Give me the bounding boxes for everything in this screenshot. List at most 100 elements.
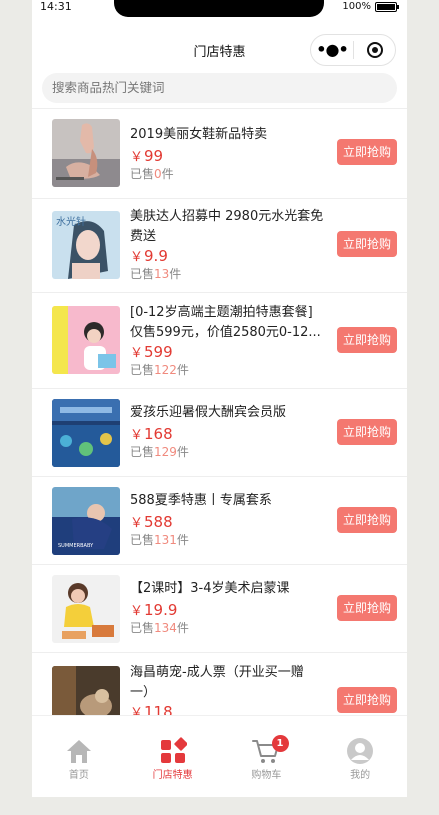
price-value: 588: [144, 513, 173, 531]
buy-now-button[interactable]: 立即抢购: [337, 507, 397, 533]
sold-count: 已售129件: [130, 444, 189, 460]
product-title-line: 费送: [130, 229, 157, 244]
buy-now-button[interactable]: 立即抢购: [337, 419, 397, 445]
product-image: [52, 399, 120, 467]
sold-prefix: 已售: [130, 533, 155, 547]
battery-percent: 100%: [342, 1, 371, 12]
bottom-tab-bar: 首页 门店特惠 1 购物车 我的: [32, 715, 407, 797]
status-bar: 14:31 100%: [32, 0, 407, 17]
list-item[interactable]: 【2课时】3-4岁美术启蒙课 ￥19.9 已售134件 立即抢购: [32, 565, 407, 653]
sold-number: 122: [154, 363, 177, 377]
product-title: 【2课时】3-4岁美术启蒙课: [130, 579, 332, 599]
currency-symbol: ￥: [130, 250, 144, 265]
sold-count: 已售131件: [130, 532, 189, 548]
buy-now-button[interactable]: 立即抢购: [337, 231, 397, 257]
product-title: 海昌萌宠-成人票（开业买一赠 一）: [130, 663, 332, 703]
list-item[interactable]: 水光针 美肤达人招募中 2980元水光套免 费送 ￥9.9 已售13件 立即抢购: [32, 199, 407, 293]
sold-number: 131: [154, 533, 177, 547]
product-price: ￥9.9: [130, 247, 168, 267]
sold-number: 129: [154, 445, 177, 459]
sold-suffix: 件: [176, 533, 189, 547]
price-value: 9.9: [144, 247, 168, 265]
product-title: 588夏季特惠丨专属套系: [130, 491, 332, 511]
sold-count: 已售134件: [130, 620, 189, 636]
sold-suffix: 件: [169, 267, 182, 281]
sold-prefix: 已售: [130, 167, 155, 181]
product-title-line: 【2课时】3-4岁美术启蒙课: [130, 581, 290, 596]
camera-notch: [114, 0, 324, 17]
tab-label: 首页: [68, 770, 89, 781]
tab-store-deals[interactable]: 门店特惠: [126, 716, 220, 797]
list-item[interactable]: 海昌萌宠-成人票（开业买一赠 一） ￥118 立即抢购: [32, 653, 407, 715]
product-title-line: 仅售599元，价值2580元0-12...: [130, 325, 321, 340]
product-image: [52, 666, 120, 715]
product-title-line: 美肤达人招募中 2980元水光套免: [130, 209, 324, 224]
search-input[interactable]: [42, 73, 397, 103]
currency-symbol: ￥: [130, 150, 144, 165]
sold-count: 已售0件: [130, 166, 174, 182]
list-item[interactable]: 爱孩乐迎暑假大酬宾会员版 ￥168 已售129件 立即抢购: [32, 389, 407, 477]
battery-indicator: 100%: [342, 1, 399, 13]
product-price: ￥168: [130, 425, 173, 445]
product-title-line: 一）: [130, 685, 157, 700]
currency-symbol: ￥: [130, 428, 144, 443]
thumb-logo-text: SUMMERBABY: [58, 543, 94, 549]
sold-suffix: 件: [176, 621, 189, 635]
navigation-bar: 门店特惠 •●•: [32, 32, 407, 68]
sold-prefix: 已售: [130, 621, 155, 635]
tab-cart[interactable]: 1 购物车: [220, 716, 314, 797]
tab-label: 门店特惠: [152, 770, 193, 781]
price-value: 99: [144, 147, 164, 165]
buy-now-button[interactable]: 立即抢购: [337, 595, 397, 621]
buy-now-button[interactable]: 立即抢购: [337, 139, 397, 165]
cart-badge: 1: [271, 735, 289, 752]
close-target-icon[interactable]: [354, 42, 395, 58]
tab-mine[interactable]: 我的: [313, 716, 407, 797]
list-item[interactable]: SUMMERBABY 588夏季特惠丨专属套系 ￥588 已售131件 立即抢购: [32, 477, 407, 565]
product-title: [0-12岁高端主题潮拍特惠套餐] 仅售599元，价值2580元0-12...: [130, 303, 332, 343]
product-price: ￥19.9: [130, 601, 177, 621]
buy-now-button[interactable]: 立即抢购: [337, 687, 397, 713]
store-deals-icon: [160, 737, 187, 763]
tab-home[interactable]: 首页: [32, 716, 126, 797]
product-title: 爱孩乐迎暑假大酬宾会员版: [130, 403, 332, 423]
product-price: ￥99: [130, 147, 163, 167]
price-value: 19.9: [144, 601, 178, 619]
product-title-line: 2019美丽女鞋新品特卖: [130, 127, 268, 142]
product-title: 美肤达人招募中 2980元水光套免 费送: [130, 207, 332, 247]
sold-number: 134: [154, 621, 177, 635]
currency-symbol: ￥: [130, 706, 144, 715]
user-icon: [347, 738, 374, 764]
product-image: 水光针: [52, 211, 120, 279]
list-item[interactable]: 2019美丽女鞋新品特卖 ￥99 已售0件 立即抢购: [32, 109, 407, 199]
sold-suffix: 件: [161, 167, 174, 181]
battery-icon: [375, 2, 399, 12]
thumb-logo-text: 水光针: [56, 215, 86, 228]
sold-count: 已售13件: [130, 266, 181, 282]
product-image: [52, 119, 120, 187]
price-value: 168: [144, 425, 173, 443]
mini-program-capsule: •●•: [310, 34, 396, 66]
product-list: 2019美丽女鞋新品特卖 ￥99 已售0件 立即抢购 水光针 美肤达人招募中 2…: [32, 109, 407, 715]
currency-symbol: ￥: [130, 346, 144, 361]
buy-now-button[interactable]: 立即抢购: [337, 327, 397, 353]
phone-screen: 14:31 100% 门店特惠 •●• 搜索商品热门关键词 2019美丽女鞋新品…: [32, 0, 407, 797]
product-price: ￥118: [130, 703, 173, 715]
product-price: ￥599: [130, 343, 173, 363]
status-time: 14:31: [40, 0, 72, 13]
product-title-line: 海昌萌宠-成人票（开业买一赠: [130, 665, 304, 680]
product-title: 2019美丽女鞋新品特卖: [130, 125, 332, 145]
product-title-line: [0-12岁高端主题潮拍特惠套餐]: [130, 305, 313, 320]
more-dots-icon[interactable]: •●•: [311, 42, 353, 58]
list-item[interactable]: [0-12岁高端主题潮拍特惠套餐] 仅售599元，价值2580元0-12... …: [32, 293, 407, 389]
sold-prefix: 已售: [130, 267, 155, 281]
home-icon: [66, 740, 91, 763]
sold-suffix: 件: [176, 445, 189, 459]
sold-prefix: 已售: [130, 445, 155, 459]
sold-number: 13: [154, 267, 170, 281]
sold-prefix: 已售: [130, 363, 155, 377]
sold-count: 已售122件: [130, 362, 189, 378]
currency-symbol: ￥: [130, 604, 144, 619]
tab-label: 我的: [350, 770, 371, 781]
price-value: 118: [144, 703, 173, 715]
